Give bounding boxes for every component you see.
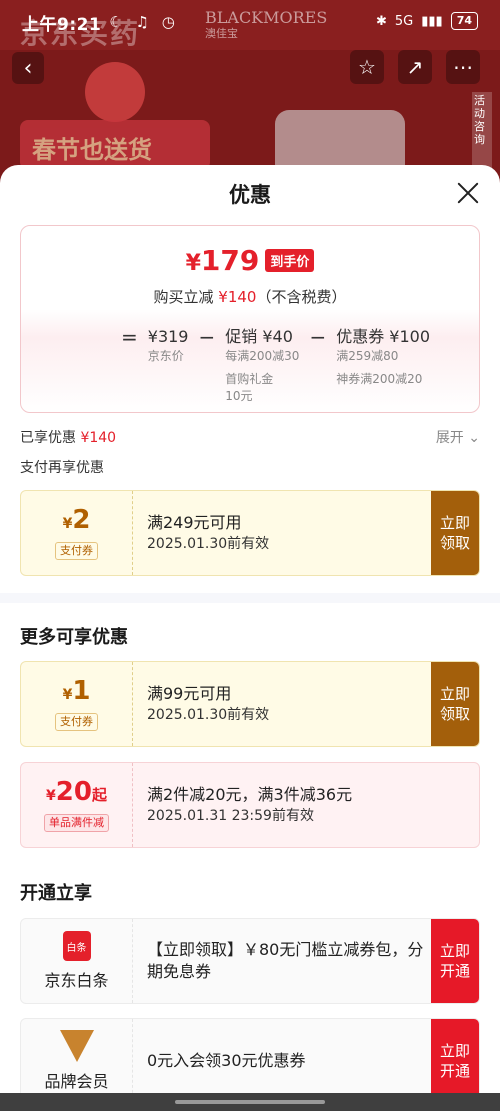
reduce-summary: 购买立减 ¥140（不含税费） <box>153 288 347 306</box>
service-name: 京东白条 <box>44 971 109 990</box>
price-formula: = ¥319 京东价 − 促销 ¥40 每满200减30 首购礼金 10元 − … <box>111 326 430 405</box>
coupon-condition: 满99元可用 <box>147 684 232 703</box>
coupon-type-tag: 支付券 <box>55 713 98 731</box>
coupon-value: ¥2 支付券 <box>21 491 133 575</box>
coupon-condition: 满2件减20元，满3件减36元 <box>147 785 353 804</box>
service-logo: 品牌会员 <box>21 1019 133 1103</box>
service-name: 品牌会员 <box>44 1072 109 1091</box>
close-icon[interactable] <box>454 179 482 207</box>
enjoyed-discount-row: 已享优惠 ¥140 展开 ⌄ <box>20 427 480 447</box>
coupon-amount: ¥2 <box>62 505 91 535</box>
service-description: 【立即领取】￥80无门槛立减券包，分期免息券 <box>147 940 424 981</box>
formula-minus: − <box>309 325 327 349</box>
network-label: 5G <box>394 13 414 29</box>
discount-sheet: 优惠 ¥179 到手价 购买立减 ¥140（不含税费） = ¥319 京东价 −… <box>0 165 500 1111</box>
coupon-amount: ¥1 <box>62 676 91 706</box>
status-notification-icons: ☾ ♫ ◷ <box>109 13 179 31</box>
background-actions: ☆ ↗ ⋯ <box>350 50 480 84</box>
status-time: 上午9:21 <box>22 14 102 35</box>
section-divider <box>0 593 500 603</box>
side-activity-tab[interactable]: 活动 咨询 <box>472 92 492 172</box>
formula-minus: − <box>198 325 216 349</box>
service-details: 【立即领取】￥80无门槛立减券包，分期免息券 <box>133 919 431 1003</box>
mascot-image <box>85 62 145 122</box>
battery-indicator: 74 <box>450 12 478 30</box>
coupon-type-tag: 单品满件减 <box>44 814 109 832</box>
bluetooth-icon: ✱ <box>375 13 387 29</box>
baitiao-icon: 白条 <box>62 931 91 961</box>
status-right-icons: ✱ 5G ▮▮▮ 74 <box>376 12 478 30</box>
formula-coupon: 优惠券 ¥100 满259减80 神券满200减20 <box>336 327 431 386</box>
more-discounts-title: 更多可享优惠 <box>20 627 128 648</box>
claim-coupon-button[interactable]: 立即领取 <box>431 491 479 575</box>
service-description: 0元入会领30元优惠券 <box>147 1051 306 1070</box>
more-icon[interactable]: ⋯ <box>446 50 480 84</box>
final-price: ¥179 <box>185 244 260 277</box>
expand-toggle[interactable]: 展开 ⌄ <box>436 427 480 447</box>
multi-item-discount-card: ¥20起 单品满件减 满2件减20元，满3件减36元 2025.01.31 23… <box>20 762 480 848</box>
claim-coupon-button[interactable]: 立即领取 <box>431 662 479 746</box>
pay-coupon-card: ¥1 支付券 满99元可用 2025.01.30前有效 立即领取 <box>20 661 480 747</box>
back-icon[interactable]: ‹ <box>12 52 44 84</box>
formula-base-price: ¥319 京东价 <box>147 327 189 363</box>
coupon-details: 满2件减20元，满3件减36元 2025.01.31 23:59前有效 <box>133 763 479 847</box>
open-service-button[interactable]: 立即开通 <box>431 1019 479 1103</box>
open-service-button[interactable]: 立即开通 <box>431 919 479 1003</box>
reduce-amount: ¥140 <box>218 288 257 306</box>
pay-discount-title: 支付再享优惠 <box>20 460 104 476</box>
chevron-down-icon: ⌄ <box>468 430 480 446</box>
coupon-amount: ¥20起 <box>46 777 107 807</box>
coupon-expiry: 2025.01.30前有效 <box>147 707 270 723</box>
coupon-details: 满99元可用 2025.01.30前有效 <box>133 662 431 746</box>
favorite-star-icon[interactable]: ☆ <box>350 50 384 84</box>
service-logo: 白条 京东白条 <box>21 919 133 1003</box>
service-details: 0元入会领30元优惠券 <box>133 1019 431 1103</box>
sheet-title: 优惠 <box>229 183 271 207</box>
signal-icon: ▮▮▮ <box>421 13 443 29</box>
service-card-baitiao: 白条 京东白条 【立即领取】￥80无门槛立减券包，分期免息券 立即开通 <box>20 918 480 1004</box>
coupon-expiry: 2025.01.30前有效 <box>147 536 270 552</box>
final-price-row: ¥179 到手价 <box>21 244 479 277</box>
formula-equals: = <box>121 325 138 349</box>
promo-banner: 春节也送货 <box>20 120 210 170</box>
formula-promotion: 促销 ¥40 每满200减30 首购礼金 10元 <box>225 327 300 403</box>
enjoyed-amount: ¥140 <box>80 430 117 446</box>
coupon-value: ¥1 支付券 <box>21 662 133 746</box>
pay-coupon-card: ¥2 支付券 满249元可用 2025.01.30前有效 立即领取 <box>20 490 480 576</box>
coupon-details: 满249元可用 2025.01.30前有效 <box>133 491 431 575</box>
coupon-type-tag: 支付券 <box>55 542 98 560</box>
coupon-expiry: 2025.01.31 23:59前有效 <box>147 808 314 824</box>
brand-member-v-icon <box>59 1030 94 1062</box>
service-card-brand-member: 品牌会员 0元入会领30元优惠券 立即开通 <box>20 1018 480 1104</box>
share-icon[interactable]: ↗ <box>398 50 432 84</box>
final-price-tag: 到手价 <box>265 249 315 272</box>
price-breakdown-card: ¥179 到手价 购买立减 ¥140（不含税费） = ¥319 京东价 − 促销… <box>20 225 480 413</box>
coupon-condition: 满249元可用 <box>147 513 242 532</box>
open-benefits-title: 开通立享 <box>20 883 92 904</box>
coupon-value: ¥20起 单品满件减 <box>21 763 133 847</box>
home-indicator[interactable] <box>0 1093 500 1111</box>
